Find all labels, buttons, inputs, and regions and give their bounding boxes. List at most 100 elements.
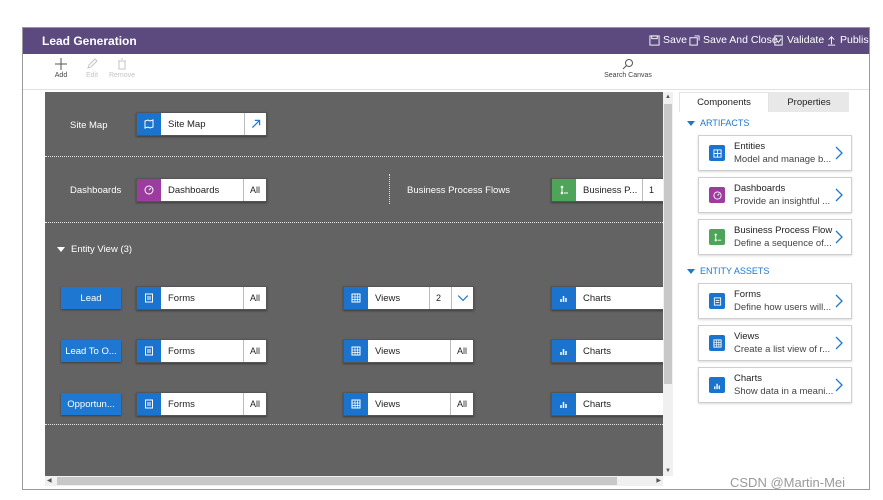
artifacts-section-header[interactable]: ARTIFACTS bbox=[687, 118, 749, 128]
chart-icon bbox=[709, 377, 725, 393]
component-views[interactable]: Views Create a list view of r... bbox=[698, 325, 852, 361]
bpf-row-label: Business Process Flows bbox=[407, 185, 510, 196]
process-flow-icon bbox=[709, 229, 725, 245]
forms-count: All bbox=[242, 393, 266, 415]
views-count: All bbox=[449, 340, 473, 362]
forms-card[interactable]: Forms All bbox=[136, 392, 267, 416]
forms-card-label: Forms bbox=[168, 345, 195, 357]
edit-label: Edit bbox=[85, 72, 99, 79]
search-canvas-button[interactable]: Search Canvas bbox=[598, 58, 658, 79]
scroll-down-icon[interactable]: ▼ bbox=[665, 466, 671, 476]
component-dashboards[interactable]: Dashboards Provide an insightful ... bbox=[698, 177, 852, 213]
collapse-icon bbox=[687, 120, 695, 126]
dashboard-icon bbox=[709, 187, 725, 203]
grid-icon bbox=[344, 287, 368, 309]
component-description: Define a sequence of... bbox=[734, 238, 832, 249]
add-label: Add bbox=[54, 72, 68, 79]
entity-view-label: Entity View (3) bbox=[71, 244, 133, 255]
search-icon bbox=[622, 59, 633, 70]
save-label: Save bbox=[663, 34, 687, 46]
pencil-icon bbox=[87, 58, 98, 69]
add-button[interactable]: Add bbox=[46, 58, 76, 79]
command-bar: Add Edit Remove Search Canvas bbox=[23, 54, 869, 90]
grid-icon bbox=[344, 393, 368, 415]
forms-card[interactable]: Forms All bbox=[136, 339, 267, 363]
site-map-row-label: Site Map bbox=[70, 120, 108, 131]
entity-view-toggle[interactable]: Entity View (3) bbox=[57, 244, 132, 255]
charts-card[interactable]: Charts bbox=[551, 286, 663, 310]
section-divider bbox=[45, 156, 663, 157]
component-entities[interactable]: Entities Model and manage b... bbox=[698, 135, 852, 171]
charts-card[interactable]: Charts bbox=[551, 339, 663, 363]
component-description: Show data in a meani... bbox=[734, 386, 834, 397]
grid-icon bbox=[709, 335, 725, 351]
views-card-label: Views bbox=[375, 345, 401, 357]
save-icon bbox=[649, 34, 660, 46]
plus-icon bbox=[55, 58, 67, 70]
panel-tabs: Components Properties bbox=[679, 92, 859, 112]
tab-components[interactable]: Components bbox=[679, 92, 769, 112]
entities-icon bbox=[709, 145, 725, 161]
bpf-count: 1 bbox=[642, 179, 663, 201]
artifacts-header-label: ARTIFACTS bbox=[700, 118, 750, 128]
dashboards-card[interactable]: Dashboards All bbox=[136, 178, 267, 202]
dashboards-count: All bbox=[242, 179, 266, 201]
vertical-scrollbar[interactable]: ▲ ▼ bbox=[663, 92, 673, 476]
validate-icon bbox=[774, 34, 783, 46]
component-description: Provide an insightful ... bbox=[734, 196, 831, 207]
views-count: All bbox=[449, 393, 473, 415]
horizontal-scroll-thumb[interactable] bbox=[57, 477, 617, 485]
edit-button[interactable]: Edit bbox=[77, 58, 107, 79]
dashboard-icon bbox=[137, 179, 161, 201]
entity-opportunity-button[interactable]: Opportun... bbox=[61, 393, 121, 415]
grid-icon bbox=[344, 340, 368, 362]
validate-label: Validate bbox=[787, 34, 825, 46]
charts-card-label: Charts bbox=[583, 292, 611, 304]
entity-assets-header-label: ENTITY ASSETS bbox=[700, 266, 770, 276]
forms-card[interactable]: Forms All bbox=[136, 286, 267, 310]
chevron-right-icon bbox=[835, 188, 843, 202]
form-icon bbox=[709, 293, 725, 309]
charts-card[interactable]: Charts bbox=[551, 392, 663, 416]
chevron-right-icon bbox=[835, 336, 843, 350]
forms-count: All bbox=[242, 340, 266, 362]
app-title: Lead Generation bbox=[42, 34, 137, 48]
scroll-up-icon[interactable]: ▲ bbox=[665, 92, 671, 102]
bpf-card[interactable]: Business P... 1 bbox=[551, 178, 663, 202]
chevron-right-icon bbox=[835, 230, 843, 244]
remove-label: Remove bbox=[108, 72, 136, 79]
views-card[interactable]: Views All bbox=[343, 339, 474, 363]
watermark: CSDN @Martin-Mei bbox=[730, 475, 846, 490]
save-and-close-button[interactable]: Save And Close bbox=[689, 34, 778, 46]
validate-button[interactable]: Validate bbox=[773, 34, 824, 46]
tab-properties[interactable]: Properties bbox=[769, 92, 849, 112]
vertical-scroll-thumb[interactable] bbox=[664, 104, 672, 384]
component-description: Define how users will... bbox=[734, 302, 832, 313]
designer-canvas[interactable]: Site Map Site Map Dashboards Dashboards … bbox=[45, 92, 663, 476]
component-business-process-flow[interactable]: Business Process Flow Define a sequence … bbox=[698, 219, 852, 255]
forms-card-label: Forms bbox=[168, 292, 195, 304]
component-forms[interactable]: Forms Define how users will... bbox=[698, 283, 852, 319]
views-card[interactable]: Views 2 bbox=[343, 286, 474, 310]
remove-button[interactable]: Remove bbox=[107, 58, 137, 79]
component-charts[interactable]: Charts Show data in a meani... bbox=[698, 367, 852, 403]
scroll-right-icon[interactable]: ▶ bbox=[656, 476, 661, 486]
views-count: 2 bbox=[429, 287, 451, 309]
horizontal-scrollbar[interactable]: ◀ ▶ bbox=[45, 476, 663, 486]
open-designer-icon[interactable] bbox=[244, 113, 266, 135]
site-map-card[interactable]: Site Map bbox=[136, 112, 267, 136]
views-card[interactable]: Views All bbox=[343, 392, 474, 416]
component-title: Charts bbox=[734, 373, 762, 384]
component-description: Create a list view of r... bbox=[734, 344, 831, 355]
publish-button[interactable]: Publish bbox=[826, 34, 869, 46]
column-divider bbox=[389, 174, 390, 204]
save-button[interactable]: Save bbox=[649, 34, 687, 46]
dashboards-card-label: Dashboards bbox=[168, 184, 220, 196]
scroll-left-icon[interactable]: ◀ bbox=[47, 476, 52, 486]
entity-lead-to-opportunity-button[interactable]: Lead To O... bbox=[61, 340, 121, 362]
process-flow-icon bbox=[552, 179, 576, 201]
views-card-label: Views bbox=[375, 398, 401, 410]
entity-lead-button[interactable]: Lead bbox=[61, 287, 121, 309]
chevron-down-icon[interactable] bbox=[451, 287, 473, 309]
entity-assets-section-header[interactable]: ENTITY ASSETS bbox=[687, 266, 769, 276]
